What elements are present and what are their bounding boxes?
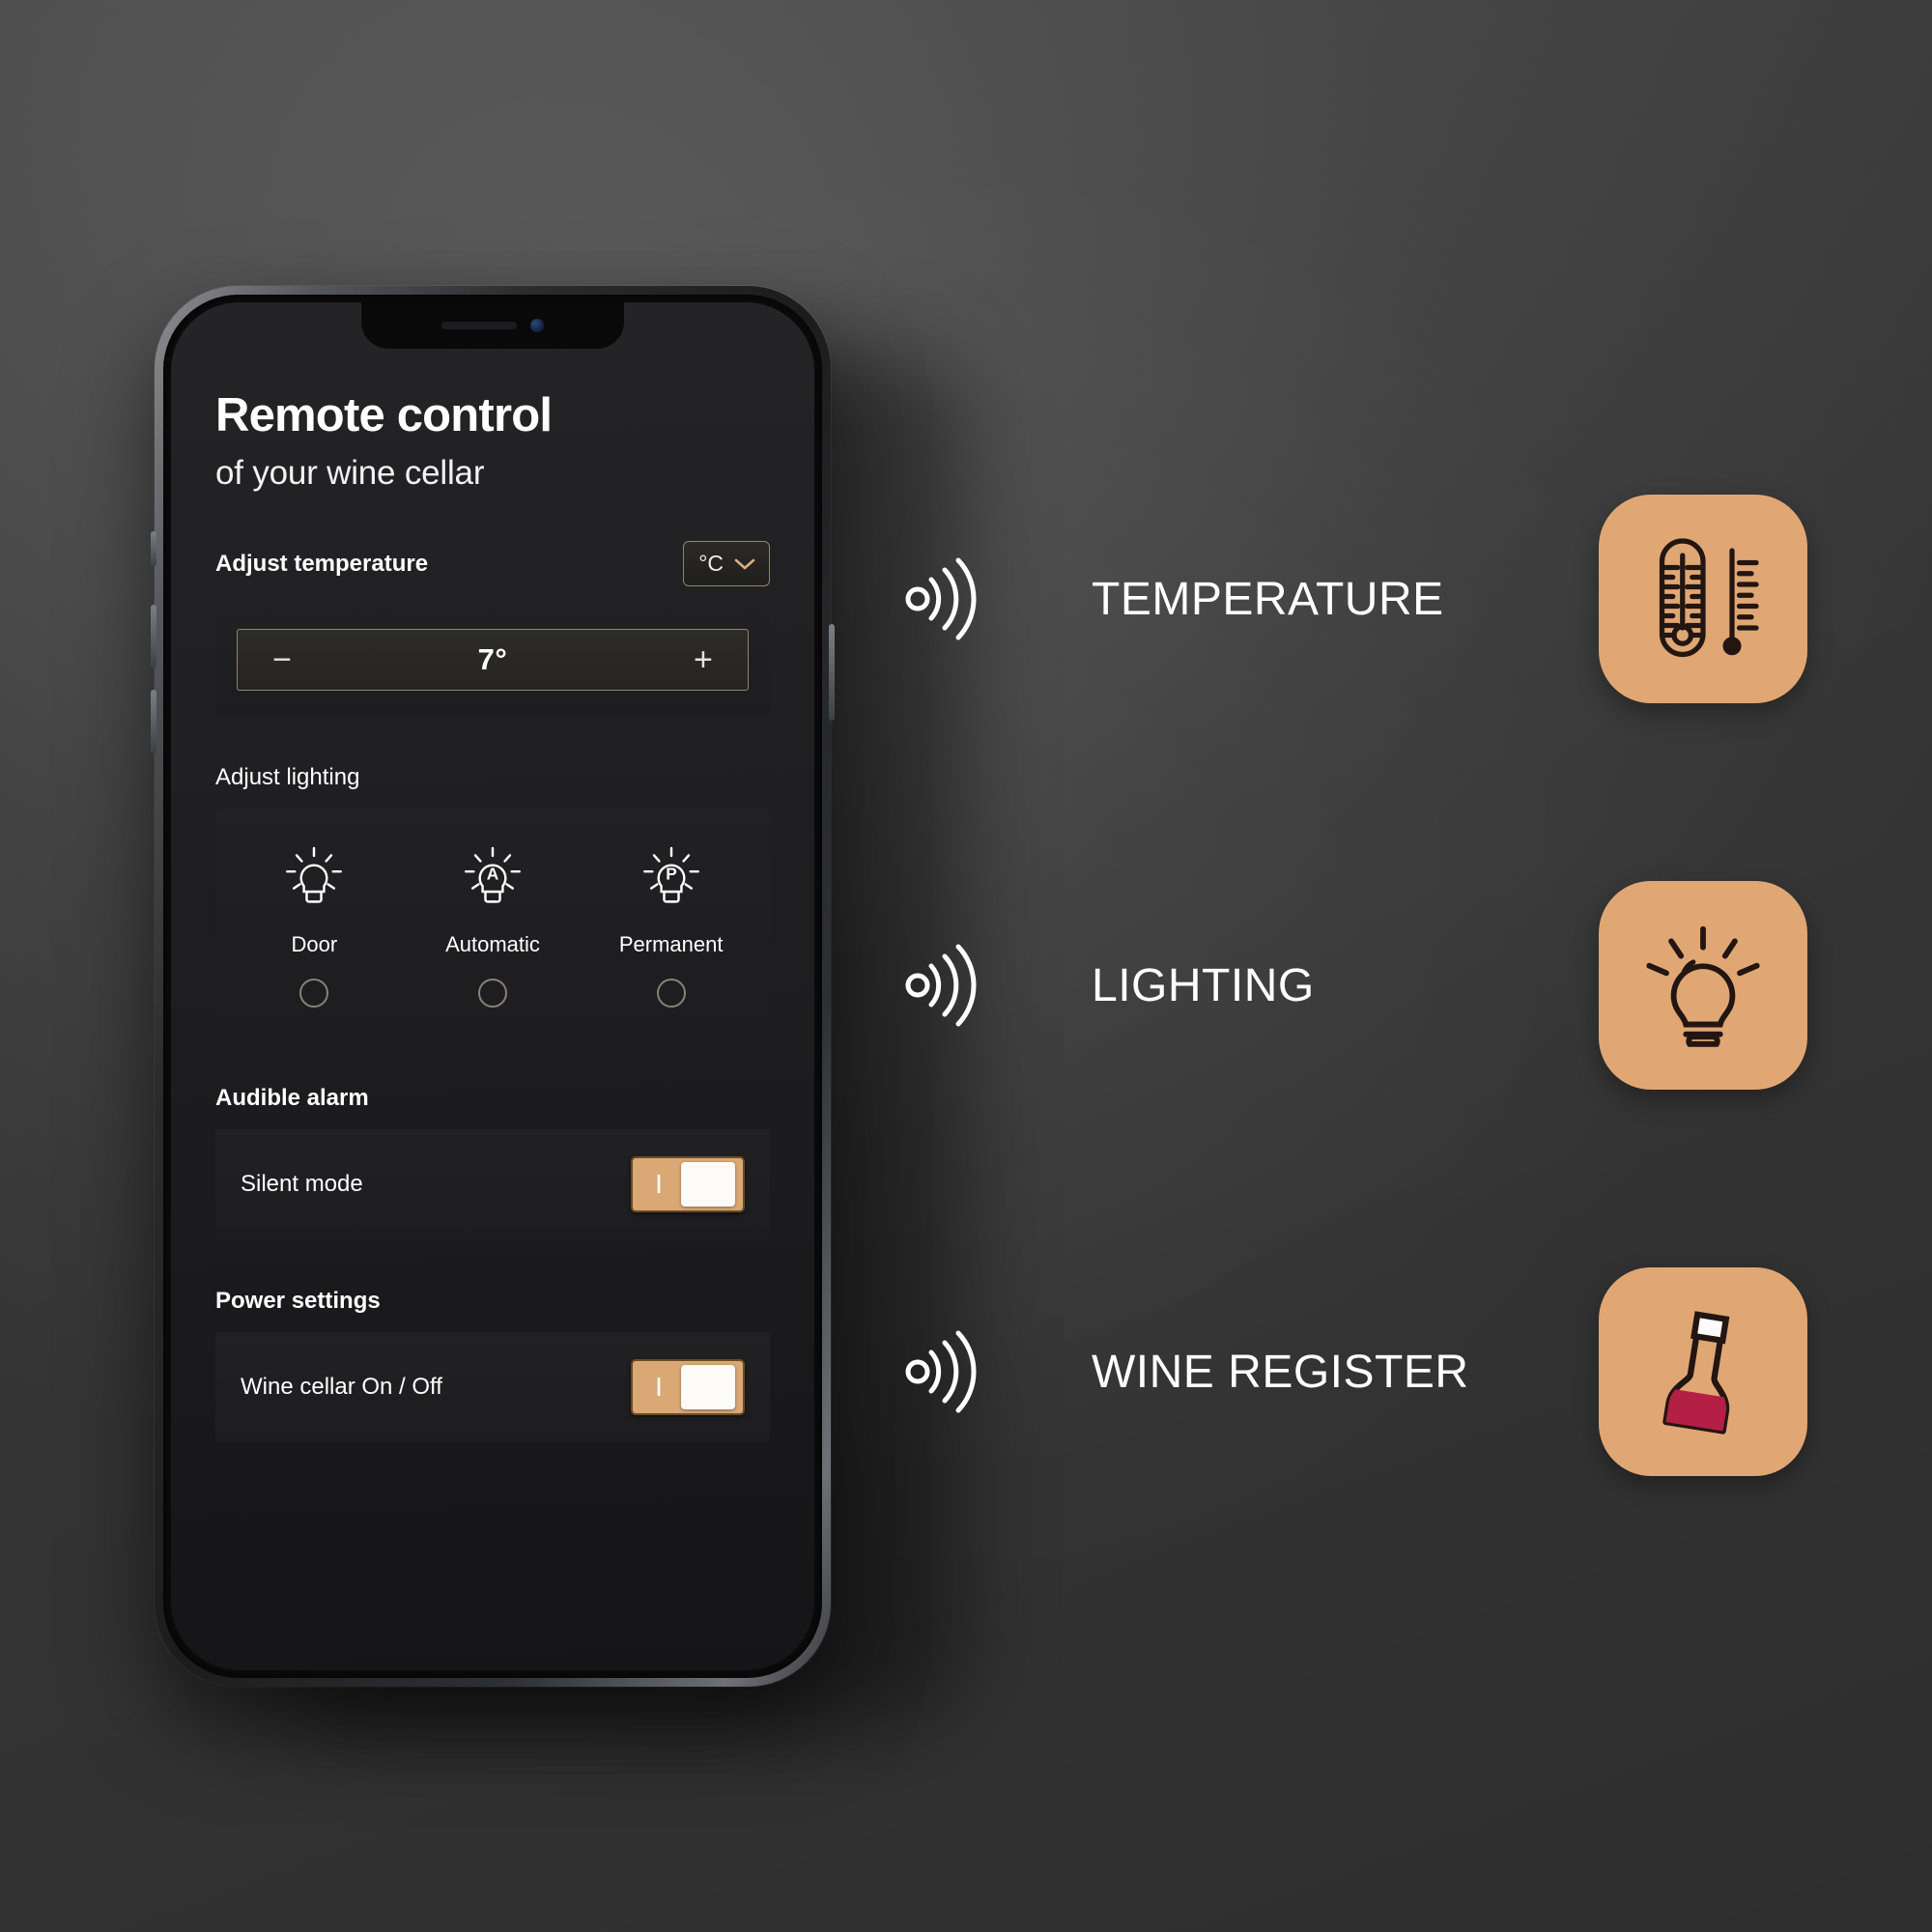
lighting-option-label: Permanent — [618, 932, 724, 957]
power-panel: Wine cellar On / Off I — [215, 1332, 770, 1443]
feature-label: LIGHTING — [1092, 959, 1315, 1011]
page-title: Remote control — [215, 389, 553, 441]
wifi-signal-icon — [905, 944, 977, 1027]
phone-mute-switch[interactable] — [151, 531, 156, 566]
phone-volume-up-button[interactable] — [151, 605, 156, 668]
phone-volume-down-button[interactable] — [151, 690, 156, 753]
toggle-knob — [681, 1365, 735, 1410]
svg-text:P: P — [666, 865, 677, 884]
lightbulb-permanent-icon: P — [642, 847, 699, 904]
earpiece-speaker-icon — [441, 322, 517, 329]
alarm-section-header: Audible alarm — [215, 1085, 770, 1112]
lighting-option-permanent[interactable]: P Permanent — [582, 841, 760, 1009]
feature-lighting: LIGHTING — [898, 881, 1864, 1090]
lightbulb-icon — [1646, 925, 1760, 1047]
toggle-on-mark: I — [655, 1372, 663, 1403]
adjust-temperature-label: Adjust temperature — [215, 550, 429, 577]
thermometer-icon — [1659, 538, 1759, 658]
silent-mode-label: Silent mode — [241, 1171, 363, 1198]
feature-tile-temperature[interactable] — [1599, 495, 1807, 703]
lighting-option-door[interactable]: Door — [225, 841, 404, 1009]
phone-power-button[interactable] — [829, 624, 835, 721]
temperature-unit-select[interactable]: °C — [683, 541, 770, 587]
toggle-knob — [681, 1162, 735, 1208]
wine-bottle-icon — [1662, 1311, 1738, 1435]
feature-temperature: TEMPERATURE — [898, 495, 1864, 703]
lighting-panel: Door A Automatic P Permanent — [215, 809, 770, 1037]
silent-mode-row: Silent mode I — [215, 1129, 770, 1239]
wine-cellar-power-row: Wine cellar On / Off I — [215, 1332, 770, 1442]
temperature-section-header: Adjust temperature °C — [215, 541, 770, 587]
wine-cellar-power-toggle[interactable]: I — [631, 1359, 745, 1416]
temperature-value: 7° — [477, 642, 508, 677]
page-subtitle: of your wine cellar — [215, 454, 485, 493]
temperature-decrease-button[interactable]: − — [263, 643, 301, 676]
lightbulb-icon — [286, 847, 343, 904]
temperature-unit-value: °C — [698, 551, 724, 577]
svg-text:A: A — [487, 865, 499, 884]
alarm-panel: Silent mode I — [215, 1129, 770, 1240]
silent-mode-toggle[interactable]: I — [631, 1156, 745, 1213]
adjust-lighting-label: Adjust lighting — [215, 764, 360, 791]
front-camera-icon — [530, 319, 544, 332]
audible-alarm-label: Audible alarm — [215, 1085, 369, 1112]
phone-screen: Remote control of your wine cellar Adjus… — [171, 302, 814, 1670]
chevron-down-icon — [734, 558, 755, 570]
lighting-radio-permanent[interactable] — [656, 979, 686, 1009]
lightbulb-automatic-icon: A — [465, 847, 521, 904]
power-settings-label: Power settings — [215, 1288, 381, 1315]
lighting-radio-door[interactable] — [299, 979, 329, 1009]
power-section-header: Power settings — [215, 1288, 770, 1315]
lighting-option-label: Automatic — [445, 932, 540, 957]
wine-cellar-power-label: Wine cellar On / Off — [241, 1374, 442, 1401]
temperature-stepper[interactable]: − 7° + — [237, 629, 749, 692]
temperature-panel: − 7° + — [215, 604, 770, 717]
phone-mockup: Remote control of your wine cellar Adjus… — [151, 286, 835, 1687]
feature-label: WINE REGISTER — [1092, 1346, 1469, 1398]
wifi-signal-icon — [905, 557, 977, 640]
wifi-signal-icon — [905, 1330, 977, 1413]
lighting-radio-automatic[interactable] — [478, 979, 507, 1009]
lighting-section-header: Adjust lighting — [215, 764, 770, 791]
app-content: Remote control of your wine cellar Adjus… — [171, 302, 814, 1443]
phone-bezel: Remote control of your wine cellar Adjus… — [163, 295, 822, 1678]
feature-label: TEMPERATURE — [1092, 573, 1444, 625]
lighting-option-automatic[interactable]: A Automatic — [404, 841, 582, 1009]
feature-wine-register: WINE REGISTER — [898, 1267, 1864, 1476]
temperature-increase-button[interactable]: + — [684, 643, 723, 676]
feature-tile-lighting[interactable] — [1599, 881, 1807, 1090]
phone-notch — [361, 302, 624, 349]
lighting-option-label: Door — [291, 932, 338, 957]
feature-tile-wine-register[interactable] — [1599, 1267, 1807, 1476]
toggle-on-mark: I — [655, 1169, 663, 1200]
